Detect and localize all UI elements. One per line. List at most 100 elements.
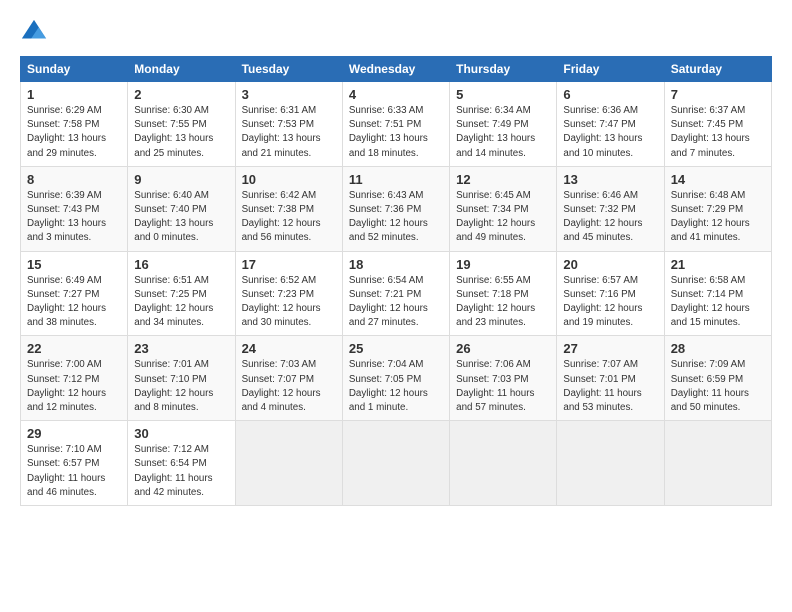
day-number: 4	[349, 87, 443, 102]
cell-content: Sunrise: 6:49 AM Sunset: 7:27 PM Dayligh…	[27, 274, 121, 331]
cell-content: Sunrise: 6:51 AM Sunset: 7:25 PM Dayligh…	[134, 274, 228, 331]
day-number: 9	[134, 172, 228, 187]
calendar-cell: 9 Sunrise: 6:40 AM Sunset: 7:40 PM Dayli…	[128, 166, 235, 251]
cell-content: Sunrise: 6:46 AM Sunset: 7:32 PM Dayligh…	[563, 189, 657, 246]
day-number: 8	[27, 172, 121, 187]
calendar-cell	[342, 421, 449, 506]
calendar-cell: 10 Sunrise: 6:42 AM Sunset: 7:38 PM Dayl…	[235, 166, 342, 251]
day-number: 12	[456, 172, 550, 187]
cell-content: Sunrise: 6:30 AM Sunset: 7:55 PM Dayligh…	[134, 104, 228, 161]
week-row-2: 8 Sunrise: 6:39 AM Sunset: 7:43 PM Dayli…	[21, 166, 772, 251]
col-header-thursday: Thursday	[450, 57, 557, 82]
day-number: 3	[242, 87, 336, 102]
cell-content: Sunrise: 7:00 AM Sunset: 7:12 PM Dayligh…	[27, 358, 121, 415]
day-number: 23	[134, 341, 228, 356]
calendar-cell	[235, 421, 342, 506]
calendar-cell: 6 Sunrise: 6:36 AM Sunset: 7:47 PM Dayli…	[557, 82, 664, 167]
cell-content: Sunrise: 6:55 AM Sunset: 7:18 PM Dayligh…	[456, 274, 550, 331]
day-number: 25	[349, 341, 443, 356]
week-row-1: 1 Sunrise: 6:29 AM Sunset: 7:58 PM Dayli…	[21, 82, 772, 167]
cell-content: Sunrise: 6:39 AM Sunset: 7:43 PM Dayligh…	[27, 189, 121, 246]
calendar-table: SundayMondayTuesdayWednesdayThursdayFrid…	[20, 56, 772, 506]
cell-content: Sunrise: 6:43 AM Sunset: 7:36 PM Dayligh…	[349, 189, 443, 246]
week-row-4: 22 Sunrise: 7:00 AM Sunset: 7:12 PM Dayl…	[21, 336, 772, 421]
day-number: 22	[27, 341, 121, 356]
calendar-cell	[664, 421, 771, 506]
cell-content: Sunrise: 7:06 AM Sunset: 7:03 PM Dayligh…	[456, 358, 550, 415]
calendar-cell: 7 Sunrise: 6:37 AM Sunset: 7:45 PM Dayli…	[664, 82, 771, 167]
col-header-saturday: Saturday	[664, 57, 771, 82]
day-number: 30	[134, 426, 228, 441]
cell-content: Sunrise: 6:33 AM Sunset: 7:51 PM Dayligh…	[349, 104, 443, 161]
cell-content: Sunrise: 6:57 AM Sunset: 7:16 PM Dayligh…	[563, 274, 657, 331]
header-row: SundayMondayTuesdayWednesdayThursdayFrid…	[21, 57, 772, 82]
calendar-cell: 15 Sunrise: 6:49 AM Sunset: 7:27 PM Dayl…	[21, 251, 128, 336]
day-number: 7	[671, 87, 765, 102]
calendar-cell: 20 Sunrise: 6:57 AM Sunset: 7:16 PM Dayl…	[557, 251, 664, 336]
calendar-cell: 11 Sunrise: 6:43 AM Sunset: 7:36 PM Dayl…	[342, 166, 449, 251]
day-number: 26	[456, 341, 550, 356]
day-number: 13	[563, 172, 657, 187]
cell-content: Sunrise: 7:09 AM Sunset: 6:59 PM Dayligh…	[671, 358, 765, 415]
calendar-cell: 14 Sunrise: 6:48 AM Sunset: 7:29 PM Dayl…	[664, 166, 771, 251]
cell-content: Sunrise: 6:36 AM Sunset: 7:47 PM Dayligh…	[563, 104, 657, 161]
calendar-cell: 2 Sunrise: 6:30 AM Sunset: 7:55 PM Dayli…	[128, 82, 235, 167]
day-number: 19	[456, 257, 550, 272]
calendar-cell: 29 Sunrise: 7:10 AM Sunset: 6:57 PM Dayl…	[21, 421, 128, 506]
day-number: 17	[242, 257, 336, 272]
day-number: 21	[671, 257, 765, 272]
calendar-cell: 27 Sunrise: 7:07 AM Sunset: 7:01 PM Dayl…	[557, 336, 664, 421]
cell-content: Sunrise: 6:29 AM Sunset: 7:58 PM Dayligh…	[27, 104, 121, 161]
cell-content: Sunrise: 6:58 AM Sunset: 7:14 PM Dayligh…	[671, 274, 765, 331]
calendar-cell: 22 Sunrise: 7:00 AM Sunset: 7:12 PM Dayl…	[21, 336, 128, 421]
calendar-cell: 8 Sunrise: 6:39 AM Sunset: 7:43 PM Dayli…	[21, 166, 128, 251]
page: SundayMondayTuesdayWednesdayThursdayFrid…	[0, 0, 792, 516]
day-number: 15	[27, 257, 121, 272]
calendar-cell	[450, 421, 557, 506]
calendar-cell: 4 Sunrise: 6:33 AM Sunset: 7:51 PM Dayli…	[342, 82, 449, 167]
cell-content: Sunrise: 7:01 AM Sunset: 7:10 PM Dayligh…	[134, 358, 228, 415]
day-number: 2	[134, 87, 228, 102]
cell-content: Sunrise: 7:03 AM Sunset: 7:07 PM Dayligh…	[242, 358, 336, 415]
cell-content: Sunrise: 7:12 AM Sunset: 6:54 PM Dayligh…	[134, 443, 228, 500]
cell-content: Sunrise: 7:04 AM Sunset: 7:05 PM Dayligh…	[349, 358, 443, 415]
calendar-cell: 24 Sunrise: 7:03 AM Sunset: 7:07 PM Dayl…	[235, 336, 342, 421]
calendar-cell: 19 Sunrise: 6:55 AM Sunset: 7:18 PM Dayl…	[450, 251, 557, 336]
cell-content: Sunrise: 6:54 AM Sunset: 7:21 PM Dayligh…	[349, 274, 443, 331]
calendar-cell: 28 Sunrise: 7:09 AM Sunset: 6:59 PM Dayl…	[664, 336, 771, 421]
day-number: 10	[242, 172, 336, 187]
week-row-3: 15 Sunrise: 6:49 AM Sunset: 7:27 PM Dayl…	[21, 251, 772, 336]
col-header-tuesday: Tuesday	[235, 57, 342, 82]
day-number: 14	[671, 172, 765, 187]
calendar-cell: 16 Sunrise: 6:51 AM Sunset: 7:25 PM Dayl…	[128, 251, 235, 336]
col-header-friday: Friday	[557, 57, 664, 82]
cell-content: Sunrise: 6:34 AM Sunset: 7:49 PM Dayligh…	[456, 104, 550, 161]
cell-content: Sunrise: 6:42 AM Sunset: 7:38 PM Dayligh…	[242, 189, 336, 246]
logo	[20, 18, 52, 46]
cell-content: Sunrise: 7:07 AM Sunset: 7:01 PM Dayligh…	[563, 358, 657, 415]
col-header-monday: Monday	[128, 57, 235, 82]
calendar-cell: 18 Sunrise: 6:54 AM Sunset: 7:21 PM Dayl…	[342, 251, 449, 336]
day-number: 11	[349, 172, 443, 187]
cell-content: Sunrise: 6:37 AM Sunset: 7:45 PM Dayligh…	[671, 104, 765, 161]
calendar-cell: 25 Sunrise: 7:04 AM Sunset: 7:05 PM Dayl…	[342, 336, 449, 421]
day-number: 6	[563, 87, 657, 102]
col-header-sunday: Sunday	[21, 57, 128, 82]
calendar-cell: 5 Sunrise: 6:34 AM Sunset: 7:49 PM Dayli…	[450, 82, 557, 167]
logo-icon	[20, 18, 48, 46]
day-number: 20	[563, 257, 657, 272]
calendar-cell: 23 Sunrise: 7:01 AM Sunset: 7:10 PM Dayl…	[128, 336, 235, 421]
calendar-cell: 26 Sunrise: 7:06 AM Sunset: 7:03 PM Dayl…	[450, 336, 557, 421]
cell-content: Sunrise: 6:52 AM Sunset: 7:23 PM Dayligh…	[242, 274, 336, 331]
calendar-cell: 17 Sunrise: 6:52 AM Sunset: 7:23 PM Dayl…	[235, 251, 342, 336]
cell-content: Sunrise: 6:31 AM Sunset: 7:53 PM Dayligh…	[242, 104, 336, 161]
week-row-5: 29 Sunrise: 7:10 AM Sunset: 6:57 PM Dayl…	[21, 421, 772, 506]
header	[20, 18, 772, 46]
day-number: 24	[242, 341, 336, 356]
cell-content: Sunrise: 6:40 AM Sunset: 7:40 PM Dayligh…	[134, 189, 228, 246]
day-number: 27	[563, 341, 657, 356]
calendar-cell: 13 Sunrise: 6:46 AM Sunset: 7:32 PM Dayl…	[557, 166, 664, 251]
day-number: 1	[27, 87, 121, 102]
calendar-cell: 1 Sunrise: 6:29 AM Sunset: 7:58 PM Dayli…	[21, 82, 128, 167]
day-number: 18	[349, 257, 443, 272]
